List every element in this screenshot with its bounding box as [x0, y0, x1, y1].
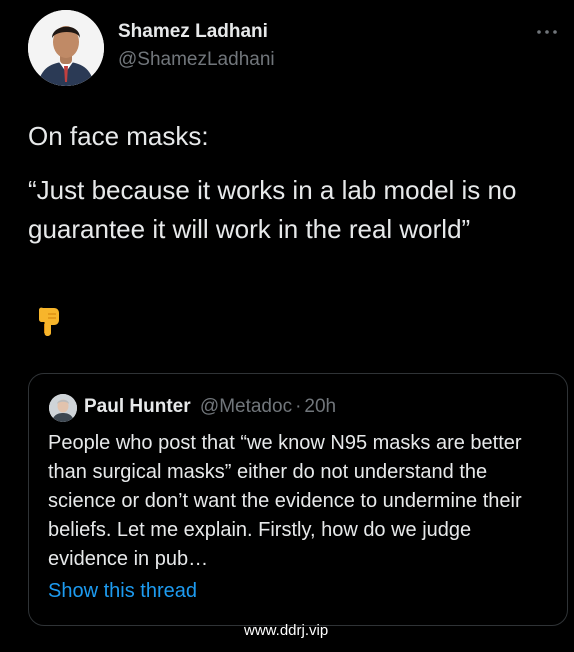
- more-options-icon[interactable]: [536, 24, 558, 34]
- backhand-index-pointing-down-emoji-icon: [36, 306, 62, 336]
- meta-separator: ·: [295, 396, 302, 417]
- person-photo-avatar-icon: [49, 394, 77, 422]
- author-avatar[interactable]: [28, 10, 104, 86]
- author-name[interactable]: Shamez Ladhani: [118, 21, 268, 43]
- author-handle[interactable]: @ShamezLadhani: [118, 49, 275, 71]
- tweet-text-quote: “Just because it works in a lab model is…: [28, 175, 517, 244]
- quoted-tweet-time[interactable]: 20h: [304, 396, 336, 417]
- quoted-tweet-text: People who post that “we know N95 masks …: [48, 432, 522, 570]
- watermark-text: www.ddrj.vip: [244, 622, 329, 639]
- tweet-header: Shamez Ladhani @ShamezLadhani: [28, 10, 558, 86]
- quoted-author-avatar[interactable]: [49, 394, 77, 422]
- show-thread-link[interactable]: Show this thread: [48, 580, 197, 603]
- tweet-text: On face masks: “Just because it works in…: [28, 117, 568, 264]
- quoted-tweet-meta: Paul Hunter @Metadoc · 20h: [84, 396, 336, 418]
- quoted-tweet-card[interactable]: Paul Hunter @Metadoc · 20h People who post…: [28, 373, 568, 626]
- person-photo-avatar-icon: [28, 10, 104, 86]
- quoted-author-handle[interactable]: @Metadoc: [200, 396, 292, 417]
- quoted-author-name[interactable]: Paul Hunter: [84, 396, 191, 417]
- tweet-container: Shamez Ladhani @ShamezLadhani On face ma…: [0, 0, 574, 652]
- tweet-text-line: On face masks:: [28, 121, 209, 151]
